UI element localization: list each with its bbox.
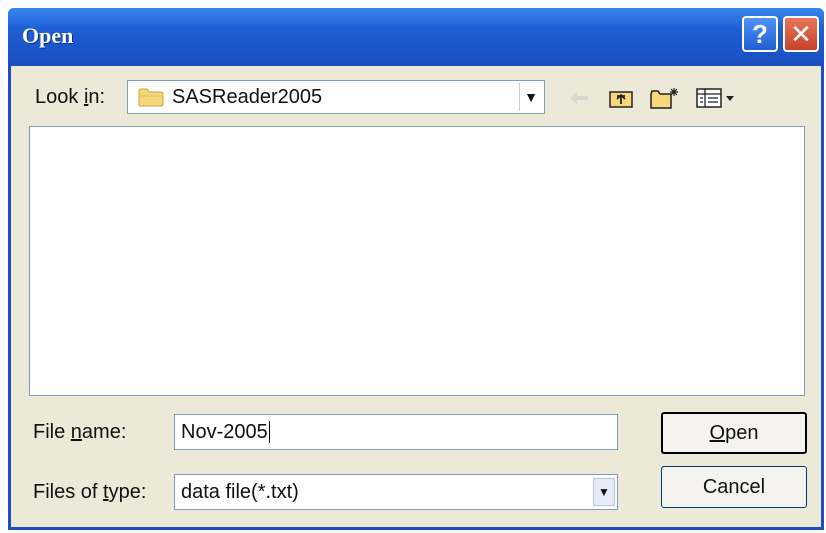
- look-in-label-suffix: n:: [88, 86, 106, 108]
- look-in-label: Look in:: [35, 86, 105, 109]
- text-caret: [268, 421, 270, 443]
- files-of-type-label-prefix: Files of: [33, 481, 104, 503]
- title-bar[interactable]: Open ? ✕: [8, 8, 824, 66]
- file-name-label-prefix: File: [33, 421, 71, 443]
- look-in-dropdown[interactable]: SASReader2005 ▼: [127, 80, 545, 114]
- close-icon: ✕: [790, 18, 812, 49]
- chevron-down-icon[interactable]: ▼: [519, 83, 542, 111]
- chevron-down-icon[interactable]: ▼: [593, 478, 615, 506]
- new-folder-icon[interactable]: [649, 86, 681, 110]
- look-in-label-prefix: Look: [35, 86, 84, 108]
- look-in-value: SASReader2005: [172, 85, 323, 108]
- cancel-button-label: Cancel: [702, 475, 766, 498]
- file-name-value: Nov-2005: [181, 421, 268, 443]
- files-of-type-label-suffix: ype:: [108, 481, 147, 503]
- open-button-label: Open: [710, 422, 759, 445]
- file-name-label-suffix: ame:: [81, 421, 127, 443]
- open-dialog: Open ? ✕ Look in: SASReader2005 ▼ File n…: [8, 8, 824, 530]
- files-of-type-label: Files of type:: [33, 481, 146, 504]
- file-name-input[interactable]: Nov-2005: [174, 414, 618, 450]
- file-name-label: File name:: [33, 421, 126, 444]
- open-label-rest: pen: [725, 421, 759, 444]
- folder-icon: [138, 87, 164, 107]
- open-button[interactable]: Open: [661, 412, 807, 454]
- open-mnemonic: O: [709, 421, 726, 444]
- help-icon: ?: [752, 18, 768, 49]
- close-button[interactable]: ✕: [783, 16, 819, 52]
- help-button[interactable]: ?: [742, 16, 778, 52]
- view-menu-icon[interactable]: [695, 86, 737, 110]
- file-type-value: data file(*.txt): [181, 481, 299, 503]
- file-type-dropdown[interactable]: data file(*.txt) ▼: [174, 474, 618, 510]
- back-arrow-icon[interactable]: [567, 86, 591, 110]
- window-title: Open: [22, 23, 74, 48]
- cancel-button[interactable]: Cancel: [661, 466, 807, 508]
- file-list-view[interactable]: [29, 126, 805, 396]
- file-name-label-mnemonic: n: [70, 421, 82, 443]
- up-one-level-icon[interactable]: [607, 86, 635, 110]
